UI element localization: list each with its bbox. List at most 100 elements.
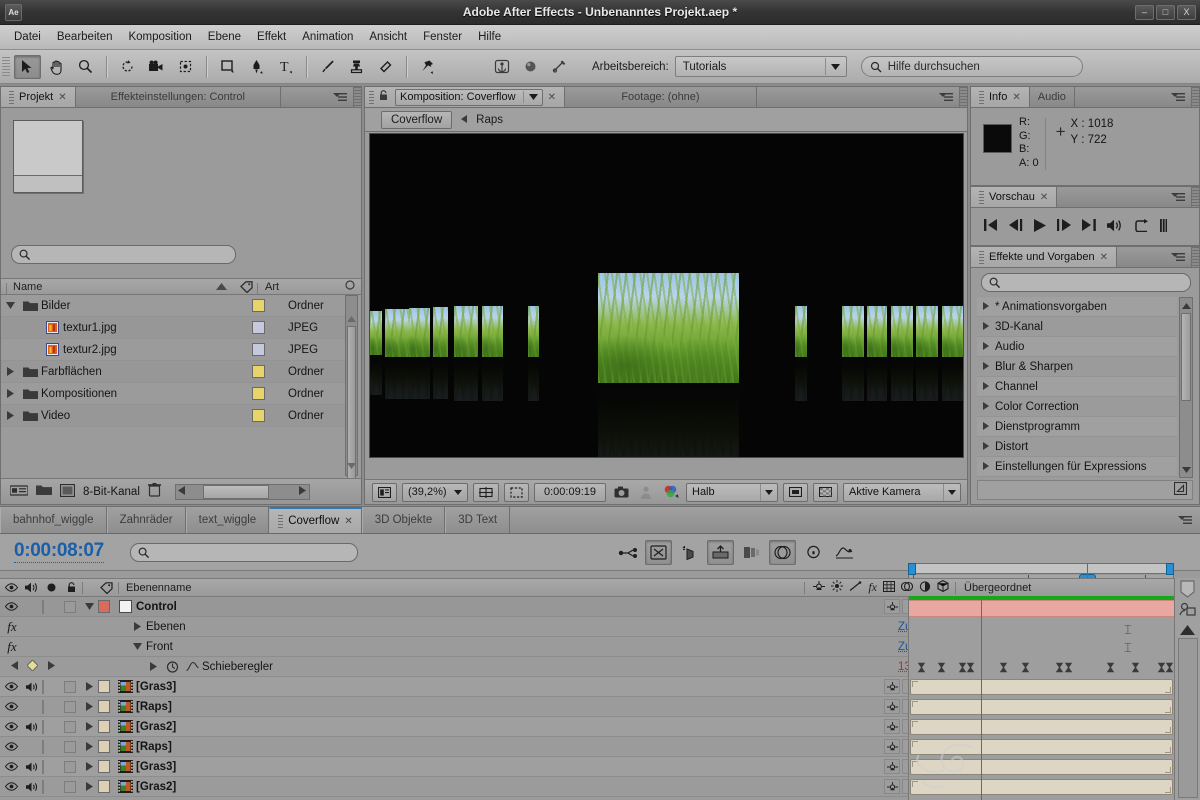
close-button[interactable]: X [1177,4,1196,20]
next-keyframe-icon[interactable] [48,660,56,673]
label-color-swatch[interactable] [238,343,278,356]
scroll-down-icon[interactable] [346,459,357,472]
twisty-open-icon[interactable] [128,643,146,650]
tab-audio[interactable]: Audio [1029,87,1075,107]
timeline-search-input[interactable] [130,543,358,562]
project-vertical-scrollbar[interactable] [345,295,358,481]
scroll-up-icon[interactable] [346,312,357,325]
composition-canvas[interactable] [368,133,964,458]
panel-menu-icon[interactable] [333,92,347,103]
layer-visibility-toggle[interactable] [0,782,22,791]
show-snapshot-icon[interactable] [636,483,656,502]
keyframe-marker[interactable] [1131,662,1140,673]
layer-label-color[interactable] [98,720,114,733]
layer-visibility-toggle[interactable] [0,722,22,731]
tab-effekte-und-vorgaben[interactable]: Effekte und Vorgaben ✕ [971,247,1117,267]
text-tool[interactable]: T [272,55,299,79]
first-frame-button[interactable] [984,219,998,234]
tab-3d-objekte[interactable]: 3D Objekte [361,507,446,533]
layer-visibility-toggle[interactable] [0,742,22,751]
menu-ansicht[interactable]: Ansicht [361,28,415,46]
layer-lock-toggle[interactable] [60,720,80,733]
region-of-interest-button[interactable] [504,482,529,502]
layer-name[interactable]: [Gras3] [136,761,880,773]
scroll-up-icon[interactable] [1180,624,1195,638]
effects-category-row[interactable]: Blur & Sharpen [977,357,1177,377]
layer-solo-toggle[interactable] [42,699,60,714]
layer-label-color[interactable] [98,700,114,713]
previous-frame-button[interactable] [1009,219,1023,234]
scroll-thumb[interactable] [347,326,356,481]
layer-audio-toggle[interactable] [22,682,42,692]
3d-switch[interactable] [884,779,900,794]
panel-resize-grip[interactable] [1192,247,1199,267]
twisty-closed-icon[interactable] [1,411,19,420]
composition-mini-flowchart-icon[interactable] [614,540,641,565]
layer-label-color[interactable] [98,600,114,613]
color-depth-icon[interactable] [59,483,76,500]
project-row-bilder[interactable]: Bilder Ordner [1,295,346,317]
layer-solo-toggle[interactable] [42,679,60,694]
layer-solo-toggle[interactable] [42,759,60,774]
panel-resize-grip[interactable] [1192,187,1199,207]
keyframe-navigator[interactable] [0,658,60,674]
stopwatch-icon[interactable] [162,660,182,673]
twisty-closed-icon[interactable] [983,421,989,433]
effects-category-row[interactable]: Distort [977,437,1177,457]
project-horizontal-scrollbar[interactable] [174,483,310,500]
panel-resize-grip[interactable] [1192,87,1199,107]
rotation-tool[interactable] [114,55,141,79]
layer-visibility-toggle[interactable] [0,682,22,691]
column-options-icon[interactable] [345,280,355,293]
breadcrumb-root[interactable]: Coverflow [381,110,453,129]
next-frame-button[interactable] [1057,219,1071,234]
twisty-closed-icon[interactable] [80,742,98,751]
selection-tool[interactable] [14,54,41,79]
effects-category-row[interactable]: Einstellungen für Expressions [977,457,1177,477]
layer-audio-toggle[interactable] [22,782,42,792]
help-search-input[interactable]: Hilfe durchsuchen [860,56,1083,77]
twisty-closed-icon[interactable] [1,367,19,376]
layer-label-color[interactable] [98,680,114,693]
layer-name[interactable]: [Raps] [136,701,880,713]
tab-bahnhof-wiggle[interactable]: bahnhof_wiggle [0,507,107,533]
camera-tool[interactable] [143,55,170,79]
effect-name[interactable]: Front [146,641,898,653]
close-icon[interactable]: ✕ [1100,252,1108,263]
column-layer-name[interactable]: Ebenenname [118,581,191,594]
brush-tool[interactable] [314,55,341,79]
transparency-grid-button[interactable] [813,482,838,502]
keyframe-marker[interactable] [1165,662,1174,673]
play-button[interactable] [1034,218,1046,235]
new-comp-icon[interactable] [9,484,29,500]
keyframe-track[interactable] [909,658,1174,677]
3d-switch[interactable] [884,599,900,614]
twisty-closed-icon[interactable] [128,622,146,631]
workspace-select[interactable]: Tutorials [674,56,847,77]
panel-resize-grip[interactable] [354,87,361,107]
keyframe-diamond-icon[interactable] [26,658,40,674]
close-icon[interactable]: ✕ [344,516,352,527]
effects-category-row[interactable]: Audio [977,337,1177,357]
menu-ebene[interactable]: Ebene [200,28,249,46]
3d-switch[interactable] [884,719,900,734]
effects-search-input[interactable] [981,273,1191,292]
menu-animation[interactable]: Animation [294,28,361,46]
zoom-tool[interactable] [72,55,99,79]
effects-category-row[interactable]: Channel [977,377,1177,397]
layer-lock-toggle[interactable] [60,780,80,793]
tab-coverflow[interactable]: Coverflow ✕ [269,507,362,533]
work-area-start-handle[interactable] [908,563,916,575]
layer-duration-bar[interactable] [910,699,1173,715]
always-preview-button[interactable] [372,482,397,502]
label-color-swatch[interactable] [238,387,278,400]
menu-datei[interactable]: Datei [6,28,49,46]
layer-solo-toggle[interactable] [42,779,60,794]
anchor-point-icon[interactable] [488,55,515,79]
effects-category-row[interactable]: 3D-Kanal [977,317,1177,337]
label-color-swatch[interactable] [238,365,278,378]
project-row-textur1[interactable]: textur1.jpg JPEG [1,317,346,339]
composition-viewer[interactable] [365,132,967,459]
scroll-thumb[interactable] [1181,313,1191,401]
column-name[interactable]: Name [1,281,216,294]
